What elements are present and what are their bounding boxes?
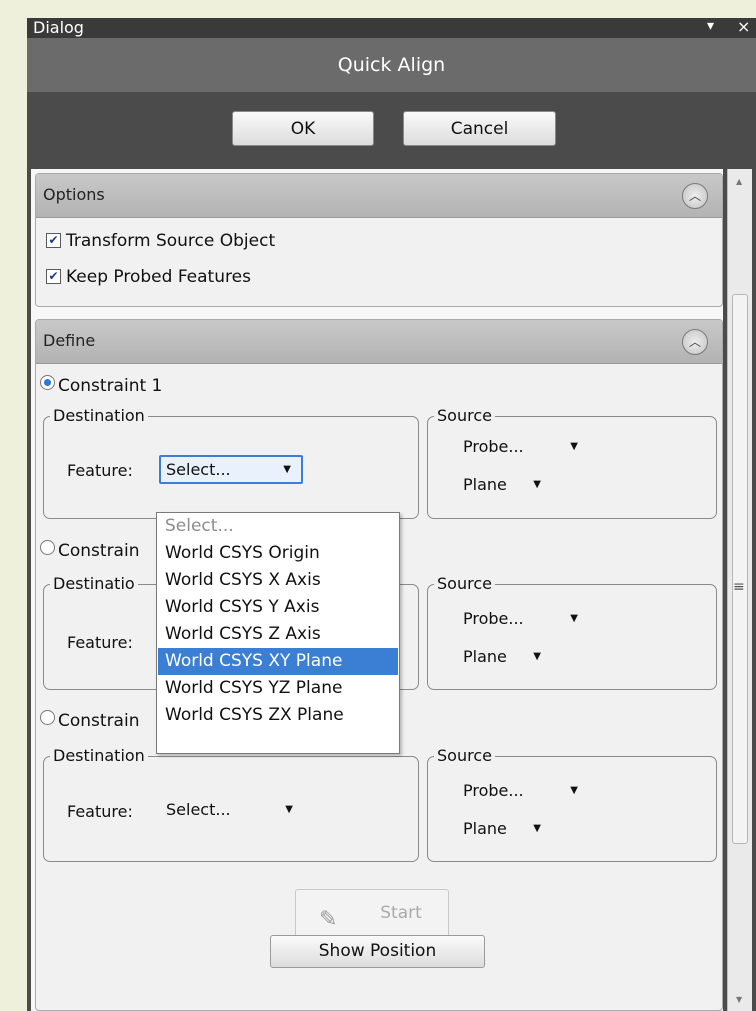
dropdown-option-highlighted[interactable]: World CSYS XY Plane <box>158 648 398 675</box>
radio-selected-icon <box>40 375 55 390</box>
destination-label: Destination <box>50 406 148 426</box>
cancel-button[interactable]: Cancel <box>403 111 556 146</box>
define-header[interactable]: Define ︿ <box>36 320 722 364</box>
dropdown-option[interactable]: World CSYS Origin <box>158 540 398 567</box>
source-shape-value: Plane <box>463 819 507 838</box>
define-title: Define <box>43 331 96 350</box>
keep-probed-label: Keep Probed Features <box>66 267 251 287</box>
window-titlebar[interactable]: Dialog ▾ × <box>27 18 756 38</box>
constraint-3-feature-select[interactable]: Select... ▼ <box>159 796 303 825</box>
source-label: Source <box>434 406 495 426</box>
feature-label: Feature: <box>67 802 133 821</box>
constraint-3-radio[interactable]: Constrain <box>40 710 139 731</box>
feature-label: Feature: <box>67 461 133 480</box>
constraint-1-label: Constraint 1 <box>58 376 163 396</box>
scroll-grip-icon: ≡ <box>733 579 745 595</box>
close-icon[interactable]: × <box>737 18 750 37</box>
radio-unselected-icon <box>40 710 55 725</box>
show-position-button[interactable]: Show Position <box>270 935 485 968</box>
transform-source-checkbox[interactable]: ✔ Transform Source Object <box>46 231 275 251</box>
source-shape-value: Plane <box>463 475 507 494</box>
checkbox-checked-icon: ✔ <box>46 269 61 284</box>
dropdown-arrow-icon: ▼ <box>533 479 541 490</box>
scroll-down-icon[interactable]: ▼ <box>736 995 742 1004</box>
constraint-2-source-group: Source Probe... ▼ Plane ▼ <box>427 574 717 690</box>
constraint-2-radio[interactable]: Constrain <box>40 540 139 561</box>
dropdown-option[interactable]: World CSYS ZX Plane <box>158 702 398 729</box>
transform-source-label: Transform Source Object <box>66 231 276 251</box>
scroll-thumb[interactable] <box>732 294 748 844</box>
constraint-3-destination-group: Destination Feature: Select... ▼ <box>43 746 419 862</box>
collapse-icon[interactable]: ︿ <box>682 183 708 209</box>
dropdown-arrow-icon: ▼ <box>283 464 291 475</box>
destination-label: Destination <box>50 746 148 766</box>
dropdown-option[interactable]: Select... <box>158 513 398 540</box>
constraint-2-source-shape-select[interactable]: Plane ▼ <box>456 643 551 672</box>
constraint-3-label: Constrain <box>58 711 140 731</box>
pin-icon[interactable]: ▾ <box>707 18 714 36</box>
options-title: Options <box>43 185 105 204</box>
constraint-1-feature-select[interactable]: Select... ▼ <box>159 455 303 484</box>
dropdown-arrow-icon: ▼ <box>570 613 578 624</box>
collapse-icon[interactable]: ︿ <box>682 329 708 355</box>
constraint-3-source-type-select[interactable]: Probe... ▼ <box>456 777 588 806</box>
constraint-1-source-group: Source Probe... ▼ Plane ▼ <box>427 406 717 519</box>
feature-select-value: Select... <box>166 460 231 479</box>
constraint-2-label: Constrain <box>58 541 140 561</box>
constraint-3-source-shape-select[interactable]: Plane ▼ <box>456 815 551 844</box>
constraint-2-source-type-select[interactable]: Probe... ▼ <box>456 605 588 634</box>
source-shape-value: Plane <box>463 647 507 666</box>
dropdown-option[interactable]: World CSYS X Axis <box>158 567 398 594</box>
constraint-1-source-shape-select[interactable]: Plane ▼ <box>456 471 551 500</box>
dropdown-option[interactable]: World CSYS YZ Plane <box>158 675 398 702</box>
scroll-up-icon[interactable]: ▲ <box>736 177 742 186</box>
radio-unselected-icon <box>40 540 55 555</box>
vertical-scrollbar[interactable]: ▲ ≡ ▼ <box>727 169 752 1011</box>
dropdown-arrow-icon: ▼ <box>285 804 293 815</box>
constraint-1-radio[interactable]: Constraint 1 <box>40 375 162 396</box>
dropdown-arrow-icon: ▼ <box>570 441 578 452</box>
start-probing-button[interactable]: ✎ Start Probing <box>295 889 449 969</box>
window-title: Dialog <box>33 18 84 37</box>
dropdown-arrow-icon: ▼ <box>533 651 541 662</box>
options-header[interactable]: Options ︿ <box>36 174 722 218</box>
checkbox-checked-icon: ✔ <box>46 233 61 248</box>
feature-label: Feature: <box>67 633 133 652</box>
source-type-value: Probe... <box>463 781 524 800</box>
source-label: Source <box>434 574 495 594</box>
feature-select-value: Select... <box>166 800 231 819</box>
constraint-1-source-type-select[interactable]: Probe... ▼ <box>456 433 588 462</box>
constraint-3-source-group: Source Probe... ▼ Plane ▼ <box>427 746 717 862</box>
dropdown-option[interactable]: World CSYS Z Axis <box>158 621 398 648</box>
dropdown-option[interactable]: World CSYS Y Axis <box>158 594 398 621</box>
dropdown-arrow-icon: ▼ <box>570 785 578 796</box>
source-label: Source <box>434 746 495 766</box>
ok-button[interactable]: OK <box>232 111 374 146</box>
options-section: Options ︿ ✔ Transform Source Object ✔ Keep… <box>35 173 723 307</box>
feature-dropdown-list[interactable]: Select... World CSYS Origin World CSYS X… <box>156 512 400 754</box>
source-type-value: Probe... <box>463 437 524 456</box>
dropdown-arrow-icon: ▼ <box>533 823 541 834</box>
keep-probed-checkbox[interactable]: ✔ Keep Probed Features <box>46 267 251 287</box>
destination-label: Destinatio <box>50 574 138 594</box>
dialog-header: Quick Align <box>27 38 756 92</box>
constraint-1-destination-group: Destination Feature: Select... ▼ <box>43 406 419 519</box>
source-type-value: Probe... <box>463 609 524 628</box>
